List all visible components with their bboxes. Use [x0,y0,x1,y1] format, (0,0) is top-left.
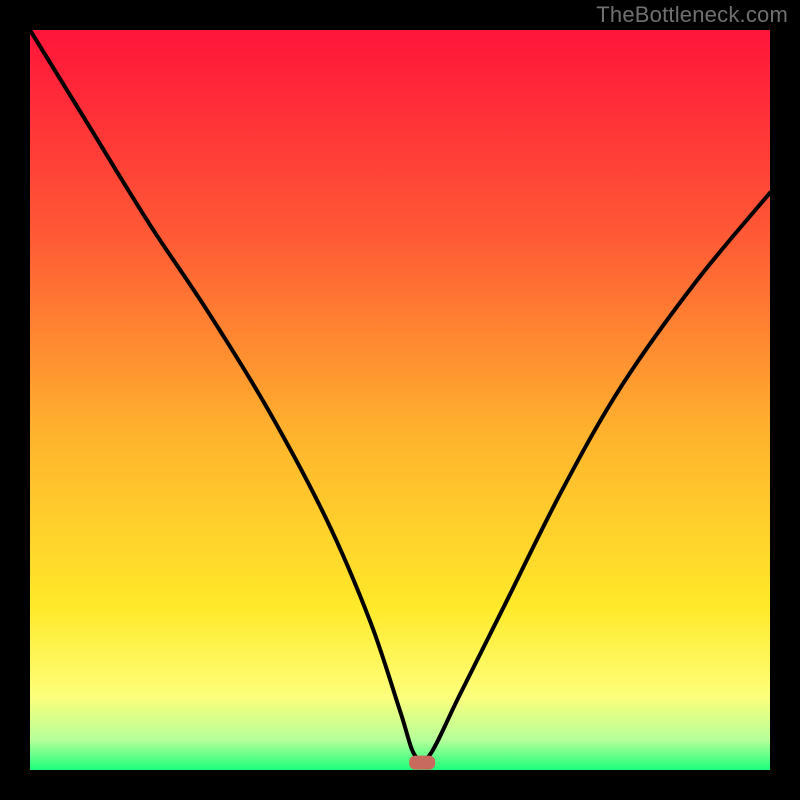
gradient-background [30,30,770,770]
site-watermark: TheBottleneck.com [596,0,788,30]
optimal-marker [409,756,435,770]
chart-canvas [30,30,770,770]
bottleneck-chart [30,30,770,770]
